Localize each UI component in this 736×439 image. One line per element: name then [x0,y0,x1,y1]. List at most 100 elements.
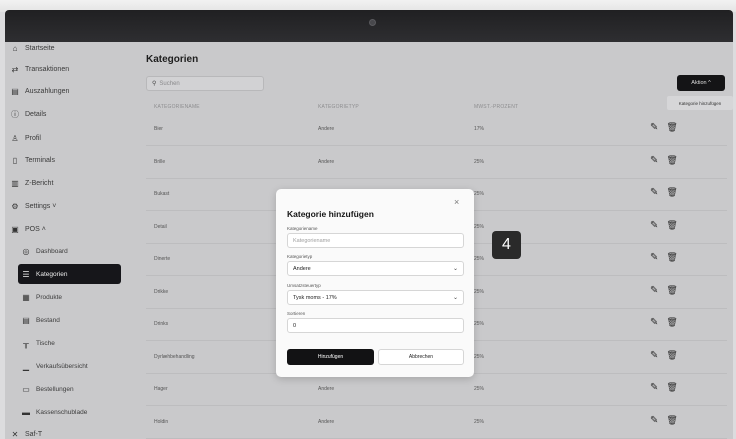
row-actions: ✎ 🗑 [650,415,678,426]
home-icon: ⌂ [12,43,18,53]
delete-icon[interactable]: 🗑 [666,285,677,296]
sidebar-item-pos[interactable]: ▣ POS ˄ [10,219,46,239]
delete-icon[interactable]: 🗑 [666,415,677,426]
edit-icon[interactable]: ✎ [650,155,658,166]
vat-percent-cell: 25% [474,223,485,230]
sidebar-subitem-bestand[interactable]: ▤ Bestand [21,310,60,330]
table-row: Holdin Andere 25% ✎ 🗑 [146,407,727,439]
sidebar-item-transaktionen[interactable]: ⇄ Transaktionen [10,59,69,79]
sidebar-item-label: Kategorien [36,270,68,278]
add-button[interactable]: Hinzufügen [287,349,374,365]
dashboard-icon: ◎ [22,246,30,256]
delete-icon[interactable]: 🗑 [666,350,677,361]
sidebar-item-profil[interactable]: ♙ Profil [10,128,41,148]
row-actions: ✎ 🗑 [650,220,678,231]
list-icon: ☰ [22,269,30,279]
row-actions: ✎ 🗑 [650,285,678,296]
sidebar-item-label: Bestand [36,316,60,324]
table-row: Brille Andere 25% ✎ 🗑 [146,147,727,179]
delete-icon[interactable]: 🗑 [666,187,677,198]
sidebar-item-saf-t[interactable]: ✕ Saf-T [10,424,42,439]
sidebar-item-settings[interactable]: ⚙ Settings ˅ [10,196,56,216]
row-actions: ✎ 🗑 [650,187,678,198]
edit-icon[interactable]: ✎ [650,285,658,296]
x-icon: ✕ [11,429,19,439]
delete-icon[interactable]: 🗑 [666,317,677,328]
row-actions: ✎ 🗑 [650,155,678,166]
terminal-icon: ▯ [12,155,18,165]
sidebar-subitem-dashboard[interactable]: ◎ Dashboard [21,241,68,261]
category-type-cell: Andere [318,418,335,425]
sidebar-subitem-produkte[interactable]: ▦ Produkte [21,287,62,307]
vat-percent-cell: 25% [474,386,485,392]
sidebar-item-label: Bestellungen [36,385,74,393]
column-header-name: KATEGORIENAME [154,104,200,110]
sidebar-subitem-kassenschublade[interactable]: ▬ Kassenschublade [21,402,87,422]
edit-icon[interactable]: ✎ [650,252,658,263]
sidebar-item-auszahlungen[interactable]: ▤ Auszahlungen [10,81,69,101]
vat-percent-cell: 17% [474,126,485,132]
cashdrawer-icon: ▬ [22,407,30,417]
sidebar-item-label: Startseite [25,44,55,52]
edit-icon[interactable]: ✎ [650,382,658,393]
category-name-cell: Drikke [154,288,169,295]
category-name-placeholder: Kategoriename [293,237,331,244]
vat-type-select[interactable]: Tysk moms - 17% ⌄ [287,290,464,305]
sidebar-item-terminals[interactable]: ▯ Terminals [10,150,55,170]
sidebar-subitem-verkaufsuebersicht[interactable]: ▁ Verkaufsübersicht [21,356,88,376]
camera-icon [369,19,376,26]
page-title: Kategorien [146,54,199,65]
device-frame: ⌂ Startseite ⇄ Transaktionen ▤ Auszahlun… [0,0,736,439]
sidebar-item-z-bericht[interactable]: ▥ Z-Bericht [10,173,53,193]
edit-icon[interactable]: ✎ [650,122,658,133]
sidebar-item-startseite[interactable]: ⌂ Startseite [10,42,55,58]
sidebar-subitem-tische[interactable]: ╥ Tische [21,333,55,353]
edit-icon[interactable]: ✎ [650,415,658,426]
vat-percent-cell: 25% [474,256,485,262]
vat-percent-cell: 25% [474,158,485,165]
cancel-button[interactable]: Abbrechen [378,349,464,365]
delete-icon[interactable]: 🗑 [666,252,677,263]
close-icon[interactable]: × [454,197,459,207]
sidebar-subitem-kategorien[interactable]: ☰ Kategorien [18,264,121,284]
delete-icon[interactable]: 🗑 [666,122,677,133]
edit-icon[interactable]: ✎ [650,187,658,198]
category-type-cell: Andere [318,126,335,132]
category-name-cell: Drinks [154,321,169,327]
category-name-cell: Bier [154,126,163,132]
sidebar-item-label: Details [25,110,47,118]
row-actions: ✎ 🗑 [650,382,678,393]
edit-icon[interactable]: ✎ [650,220,658,231]
add-category-menu-item[interactable]: Kategorie hinzufügen [667,96,733,110]
category-name-cell: Bukast [154,191,170,197]
sort-input[interactable]: 0 [287,318,464,333]
category-type-select[interactable]: Andere ⌄ [287,261,464,276]
chevron-down-icon: ⌄ [452,295,458,301]
category-name-input[interactable]: Kategoriename [287,233,464,248]
vat-percent-cell: 25% [474,288,485,295]
delete-icon[interactable]: 🗑 [666,220,677,231]
edit-icon[interactable]: ✎ [650,317,658,328]
vat-type-value: Tysk moms - 17% [293,294,337,301]
search-icon: ⚲ [152,81,157,87]
delete-icon[interactable]: 🗑 [666,382,677,393]
category-type-cell: Andere [318,158,335,165]
stock-icon: ▤ [22,315,30,325]
delete-icon[interactable]: 🗑 [666,155,677,166]
search-input[interactable]: ⚲ Suchen [146,76,264,91]
sidebar-item-label: Produkte [36,293,63,301]
vat-percent-cell: 25% [474,321,485,327]
report-icon: ▥ [11,178,19,188]
sidebar-item-label: Tische [36,339,55,347]
aktion-button[interactable]: Aktion ^ [677,75,725,91]
category-name-cell: Detail [154,223,167,230]
sidebar-item-label: Verkaufsübersicht [36,362,88,370]
vat-percent-cell: 25% [474,353,485,360]
row-actions: ✎ 🗑 [650,350,678,361]
sidebar-item-details[interactable]: ⓘ Details [10,104,46,124]
edit-icon[interactable]: ✎ [650,350,658,361]
category-type-value: Andere [293,265,311,272]
sidebar-item-label: Z-Bericht [25,179,54,187]
sidebar-subitem-bestellungen[interactable]: ▭ Bestellungen [21,379,74,399]
sidebar-item-label: POS ˄ [25,225,46,233]
